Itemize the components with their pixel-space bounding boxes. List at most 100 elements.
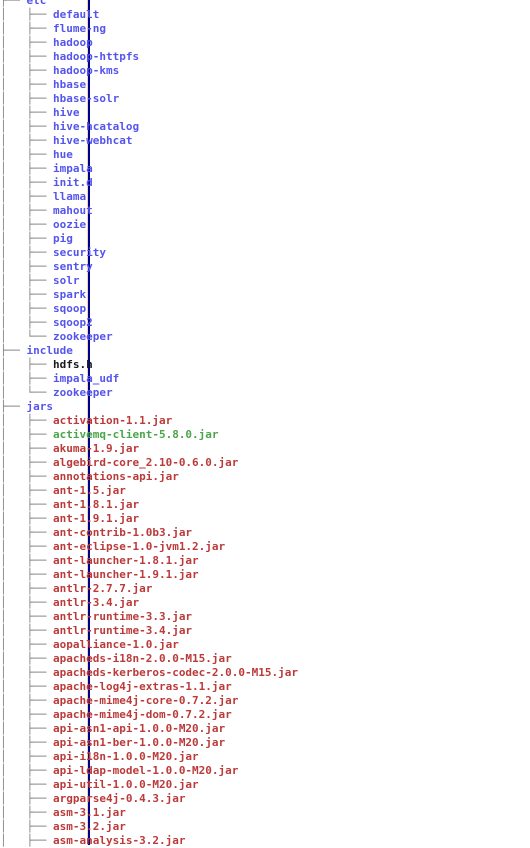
tree-row[interactable]: │ ├── apache-mime4j-core-0.7.2.jar [0, 694, 530, 708]
tree-node-label[interactable]: default [53, 8, 99, 21]
tree-node-label[interactable]: hbase [53, 78, 86, 91]
tree-node-label[interactable]: asm-3.2.jar [53, 820, 126, 833]
tree-row[interactable]: │ ├── akuma-1.9.jar [0, 442, 530, 456]
tree-node-label[interactable]: antlr-2.7.7.jar [53, 582, 152, 595]
tree-row[interactable]: │ ├── sqoop [0, 302, 530, 316]
tree-row[interactable]: │ ├── hive-webhcat [0, 134, 530, 148]
tree-node-label[interactable]: antlr-runtime-3.4.jar [53, 624, 192, 637]
tree-row[interactable]: │ ├── ant-1.8.1.jar [0, 498, 530, 512]
tree-node-label[interactable]: ant-launcher-1.8.1.jar [53, 554, 199, 567]
tree-node-label[interactable]: hive-webhcat [53, 134, 132, 147]
tree-row[interactable]: ├── include [0, 344, 530, 358]
tree-row[interactable]: │ ├── security [0, 246, 530, 260]
tree-node-label[interactable]: ant-launcher-1.9.1.jar [53, 568, 199, 581]
tree-node-label[interactable]: hadoop [53, 36, 93, 49]
tree-node-label[interactable]: asm-3.1.jar [53, 806, 126, 819]
tree-row[interactable]: │ ├── antlr-runtime-3.4.jar [0, 624, 530, 638]
tree-node-label[interactable]: zookeeper [53, 330, 113, 343]
tree-row[interactable]: │ ├── api-i18n-1.0.0-M20.jar [0, 750, 530, 764]
tree-node-label[interactable]: ant-eclipse-1.0-jvm1.2.jar [53, 540, 225, 553]
tree-node-label[interactable]: activation-1.1.jar [53, 414, 172, 427]
tree-row[interactable]: │ ├── hive [0, 106, 530, 120]
tree-row[interactable]: │ ├── asm-analysis-3.2.jar [0, 834, 530, 848]
tree-node-label[interactable]: hdfs.h [53, 358, 93, 371]
tree-node-label[interactable]: api-ldap-model-1.0.0-M20.jar [53, 764, 238, 777]
tree-row[interactable]: │ ├── llama [0, 190, 530, 204]
tree-node-label[interactable]: hadoop-httpfs [53, 50, 139, 63]
tree-node-label[interactable]: etc [27, 0, 47, 7]
tree-row[interactable]: │ ├── apacheds-kerberos-codec-2.0.0-M15.… [0, 666, 530, 680]
tree-row[interactable]: │ ├── flume-ng [0, 22, 530, 36]
tree-node-label[interactable]: apache-log4j-extras-1.1.jar [53, 680, 232, 693]
tree-row[interactable]: ├── etc [0, 0, 530, 8]
tree-node-label[interactable]: impala [53, 162, 93, 175]
tree-node-label[interactable]: api-asn1-api-1.0.0-M20.jar [53, 722, 225, 735]
tree-row[interactable]: │ ├── solr [0, 274, 530, 288]
tree-node-label[interactable]: activemq-client-5.8.0.jar [53, 428, 219, 441]
tree-row[interactable]: │ ├── ant-eclipse-1.0-jvm1.2.jar [0, 540, 530, 554]
tree-node-label[interactable]: include [27, 344, 73, 357]
tree-node-label[interactable]: llama [53, 190, 86, 203]
tree-node-label[interactable]: api-util-1.0.0-M20.jar [53, 778, 199, 791]
tree-node-label[interactable]: apache-mime4j-core-0.7.2.jar [53, 694, 238, 707]
tree-node-label[interactable]: sqoop [53, 302, 86, 315]
tree-node-label[interactable]: flume-ng [53, 22, 106, 35]
tree-row[interactable]: │ ├── antlr-3.4.jar [0, 596, 530, 610]
tree-row[interactable]: │ ├── default [0, 8, 530, 22]
tree-node-label[interactable]: apacheds-i18n-2.0.0-M15.jar [53, 652, 232, 665]
tree-node-label[interactable]: ant-contrib-1.0b3.jar [53, 526, 192, 539]
tree-node-label[interactable]: asm-analysis-3.2.jar [53, 834, 185, 847]
tree-node-label[interactable]: pig [53, 232, 73, 245]
tree-node-label[interactable]: solr [53, 274, 80, 287]
tree-row[interactable]: │ ├── api-ldap-model-1.0.0-M20.jar [0, 764, 530, 778]
tree-node-label[interactable]: ant-1.8.1.jar [53, 498, 139, 511]
tree-node-label[interactable]: spark [53, 288, 86, 301]
tree-node-label[interactable]: hbase-solr [53, 92, 119, 105]
tree-row[interactable]: │ ├── impala_udf [0, 372, 530, 386]
tree-row[interactable]: │ ├── antlr-runtime-3.3.jar [0, 610, 530, 624]
tree-node-label[interactable]: api-i18n-1.0.0-M20.jar [53, 750, 199, 763]
tree-row[interactable]: ├── jars [0, 400, 530, 414]
tree-row[interactable]: │ └── zookeeper [0, 386, 530, 400]
tree-row[interactable]: │ ├── oozie [0, 218, 530, 232]
tree-node-label[interactable]: ant-1.5.jar [53, 484, 126, 497]
tree-row[interactable]: │ ├── api-util-1.0.0-M20.jar [0, 778, 530, 792]
tree-node-label[interactable]: sentry [53, 260, 93, 273]
tree-row[interactable]: │ ├── apache-mime4j-dom-0.7.2.jar [0, 708, 530, 722]
tree-node-label[interactable]: algebird-core_2.10-0.6.0.jar [53, 456, 238, 469]
tree-node-label[interactable]: hive [53, 106, 80, 119]
tree-node-label[interactable]: apache-mime4j-dom-0.7.2.jar [53, 708, 232, 721]
tree-row[interactable]: │ ├── hive-hcatalog [0, 120, 530, 134]
tree-row[interactable]: │ ├── ant-1.9.1.jar [0, 512, 530, 526]
tree-row[interactable]: │ ├── hdfs.h [0, 358, 530, 372]
tree-node-label[interactable]: sqoop2 [53, 316, 93, 329]
tree-row[interactable]: │ ├── apacheds-i18n-2.0.0-M15.jar [0, 652, 530, 666]
tree-row[interactable]: │ ├── pig [0, 232, 530, 246]
tree-row[interactable]: │ ├── hbase-solr [0, 92, 530, 106]
tree-node-label[interactable]: api-asn1-ber-1.0.0-M20.jar [53, 736, 225, 749]
tree-row[interactable]: │ ├── asm-3.1.jar [0, 806, 530, 820]
tree-row[interactable]: │ ├── ant-contrib-1.0b3.jar [0, 526, 530, 540]
tree-node-label[interactable]: argparse4j-0.4.3.jar [53, 792, 185, 805]
tree-row[interactable]: │ ├── hbase [0, 78, 530, 92]
tree-row[interactable]: │ ├── algebird-core_2.10-0.6.0.jar [0, 456, 530, 470]
tree-row[interactable]: │ ├── mahout [0, 204, 530, 218]
tree-row[interactable]: │ ├── hadoop-kms [0, 64, 530, 78]
tree-node-label[interactable]: mahout [53, 204, 93, 217]
tree-row[interactable]: │ └── zookeeper [0, 330, 530, 344]
tree-row[interactable]: │ ├── activation-1.1.jar [0, 414, 530, 428]
tree-node-label[interactable]: ant-1.9.1.jar [53, 512, 139, 525]
tree-row[interactable]: │ ├── aopalliance-1.0.jar [0, 638, 530, 652]
tree-row[interactable]: │ ├── hadoop-httpfs [0, 50, 530, 64]
tree-row[interactable]: │ ├── sqoop2 [0, 316, 530, 330]
tree-row[interactable]: │ ├── antlr-2.7.7.jar [0, 582, 530, 596]
tree-node-label[interactable]: annotations-api.jar [53, 470, 179, 483]
tree-row[interactable]: │ ├── asm-3.2.jar [0, 820, 530, 834]
tree-row[interactable]: │ ├── ant-launcher-1.9.1.jar [0, 568, 530, 582]
tree-row[interactable]: │ ├── hadoop [0, 36, 530, 50]
tree-row[interactable]: │ ├── ant-launcher-1.8.1.jar [0, 554, 530, 568]
tree-node-label[interactable]: akuma-1.9.jar [53, 442, 139, 455]
tree-node-label[interactable]: hive-hcatalog [53, 120, 139, 133]
tree-row[interactable]: │ ├── hue [0, 148, 530, 162]
tree-node-label[interactable]: antlr-runtime-3.3.jar [53, 610, 192, 623]
